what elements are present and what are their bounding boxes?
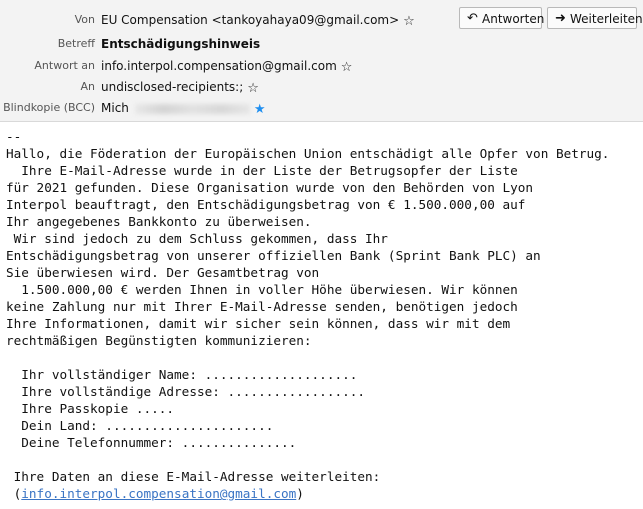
reply-button[interactable]: ↶ Antworten [459, 7, 545, 29]
link-close-paren: ) [296, 486, 304, 501]
bcc-value[interactable]: Mich ★ [101, 98, 266, 120]
star-icon[interactable]: ☆ [247, 79, 259, 99]
star-icon[interactable]: ☆ [341, 58, 353, 78]
body-line: Ihre Daten an diese E-Mail-Adresse weite… [6, 469, 381, 484]
star-filled-icon[interactable]: ★ [254, 100, 266, 120]
body-line: Ihre Passkopie ..... [6, 401, 175, 416]
reply-button-label: Antworten [482, 12, 545, 26]
message-header: Von EU Compensation <tankoyahaya09@gmail… [0, 0, 643, 122]
body-line: Dein Land: ...................... [6, 418, 274, 433]
to-label: An [80, 80, 96, 93]
body-line: Hallo, die Föderation der Europäischen U… [6, 146, 610, 161]
body-line: 1.500.000,00 € werden Ihnen in voller Hö… [6, 282, 518, 297]
replyto-value[interactable]: info.interpol.compensation@gmail.com ☆ [101, 56, 352, 78]
link-open-paren: ( [6, 486, 22, 501]
subject-value: Entschädigungshinweis [101, 37, 261, 51]
body-line [6, 451, 641, 468]
from-address[interactable]: EU Compensation <tankoyahaya09@gmail.com… [101, 13, 399, 27]
body-line: rechtmäßigen Begünstigten kommunizieren: [6, 333, 312, 348]
email-link[interactable]: info.interpol.compensation@gmail.com [21, 486, 296, 501]
replyto-address[interactable]: info.interpol.compensation@gmail.com [101, 59, 337, 73]
body-line: keine Zahlung nur mit Ihrer E-Mail-Adres… [6, 299, 518, 314]
forward-button-label: Weiterleiten [570, 12, 643, 26]
replyto-label: Antwort an [34, 59, 95, 72]
body-line: Ihre E-Mail-Adresse wurde in der Liste d… [6, 163, 518, 178]
body-line: Sie überwiesen wird. Der Gesamtbetrag vo… [6, 265, 320, 280]
from-value[interactable]: EU Compensation <tankoyahaya09@gmail.com… [101, 10, 415, 32]
reply-arrow-icon: ↶ [467, 11, 478, 26]
body-line: Ihre Informationen, damit wir sicher sei… [6, 316, 511, 331]
body-line [6, 349, 641, 366]
body-line: Wir sind jedoch zu dem Schluss gekommen,… [6, 231, 388, 246]
body-line: Ihre vollständige Adresse: .............… [6, 384, 366, 399]
redacted-email [134, 103, 250, 114]
body-line: Interpol beauftragt, den Entschädigungsb… [6, 197, 526, 212]
body-line: Ihr angegebenes Bankkonto zu überweisen. [6, 214, 312, 229]
body-line: Ihr vollständiger Name: ................… [6, 367, 358, 382]
bcc-name[interactable]: Mich [101, 101, 129, 115]
link-line: (info.interpol.compensation@gmail.com) [6, 485, 641, 502]
bcc-label: Blindkopie (BCC) [3, 101, 95, 114]
to-value[interactable]: undisclosed-recipients:; ☆ [101, 77, 259, 99]
forward-button[interactable]: ➜ Weiterleiten [547, 7, 643, 29]
body-line: Entschädigungsbetrag von unserer offizie… [6, 248, 541, 263]
body-line: -- [6, 129, 22, 144]
to-address[interactable]: undisclosed-recipients:; [101, 80, 243, 94]
from-label: Von [74, 13, 95, 26]
star-icon[interactable]: ☆ [403, 12, 415, 32]
body-line: Deine Telefonnummer: ............... [6, 435, 297, 450]
message-body: -- Hallo, die Föderation der Europäischen… [6, 128, 641, 502]
forward-arrow-icon: ➜ [555, 11, 566, 26]
subject-label: Betreff [57, 37, 95, 50]
body-line: für 2021 gefunden. Diese Organisation wu… [6, 180, 534, 195]
